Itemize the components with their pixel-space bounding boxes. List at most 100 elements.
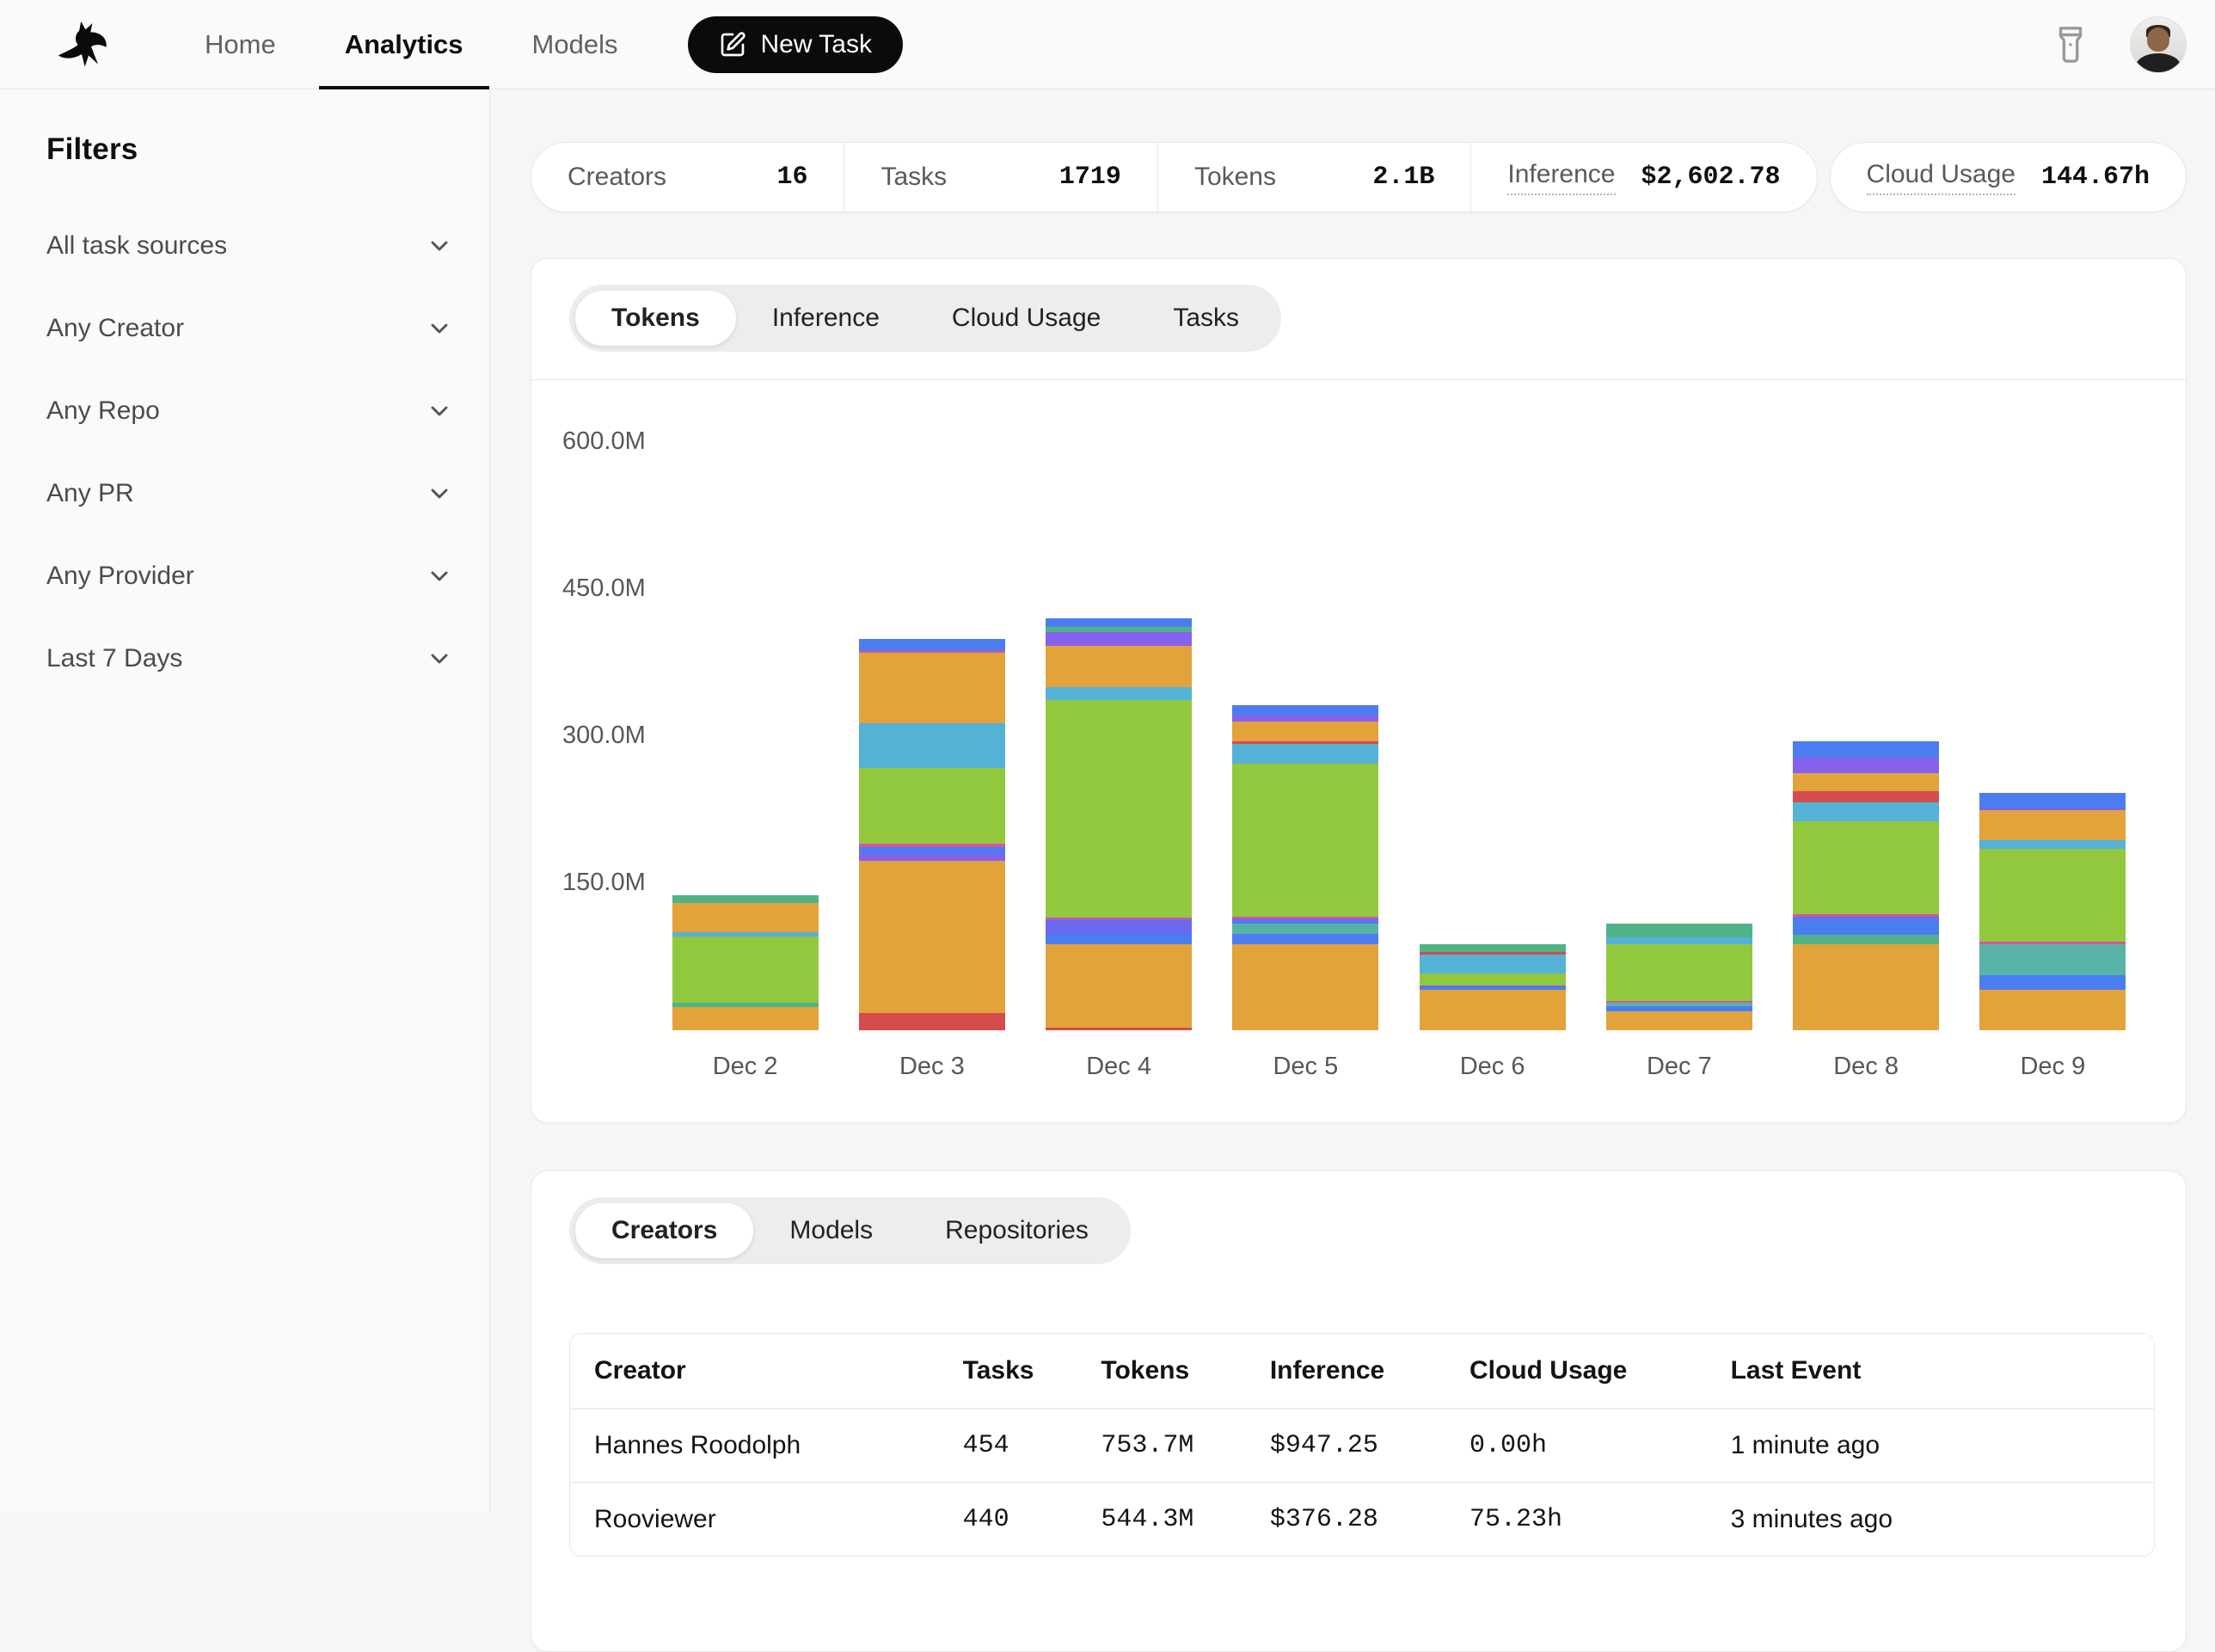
kangaroo-logo-icon[interactable] <box>53 16 129 73</box>
filter-any-provider[interactable]: Any Provider <box>46 535 453 617</box>
chevron-down-icon <box>426 232 453 260</box>
filter-all-task-sources[interactable]: All task sources <box>46 205 453 287</box>
table-row[interactable]: Rooviewer440544.3M$376.2875.23h3 minutes… <box>570 1482 2154 1556</box>
new-task-label: New Task <box>760 30 872 59</box>
bar-dec-2[interactable] <box>672 895 819 1030</box>
segment-orange <box>672 903 819 932</box>
segment-indigo <box>1046 919 1192 934</box>
filter-any-creator[interactable]: Any Creator <box>46 287 453 370</box>
new-task-button[interactable]: New Task <box>688 16 903 73</box>
stats-group-main: Creators16Tasks1719Tokens2.1BInference$2… <box>531 142 1818 212</box>
segment-orange <box>1232 944 1378 1030</box>
filter-any-pr[interactable]: Any PR <box>46 452 453 535</box>
segment-seafoam <box>1793 935 1939 943</box>
segment-green <box>1420 973 1566 986</box>
nav-link-analytics[interactable]: Analytics <box>336 0 472 89</box>
filter-label: Any Provider <box>46 562 194 591</box>
chart-tab-tokens[interactable]: Tokens <box>575 291 736 346</box>
segment-orange <box>1979 990 2126 1030</box>
bar-dec-6[interactable] <box>1420 944 1566 1030</box>
segment-sky <box>1420 955 1566 973</box>
cell-tokens: 544.3M <box>1101 1505 1269 1534</box>
segment-green <box>672 937 819 1004</box>
y-tick-600.0M: 600.0M <box>562 427 646 456</box>
chart-tab-tasks[interactable]: Tasks <box>1137 291 1275 346</box>
segment-orange <box>1046 646 1192 687</box>
table-header-row: CreatorTasksTokensInferenceCloud UsageLa… <box>570 1334 2154 1408</box>
stat-cloud-usage[interactable]: Cloud Usage144.67h <box>1831 143 2186 212</box>
cell-cloud_usage: 75.23h <box>1470 1505 1731 1534</box>
bar-dec-4[interactable] <box>1046 618 1192 1030</box>
cell-tokens: 753.7M <box>1101 1431 1269 1460</box>
segment-blue <box>1232 934 1378 943</box>
nav-link-models[interactable]: Models <box>524 0 627 89</box>
segment-orange <box>859 653 1005 723</box>
filter-list: All task sourcesAny CreatorAny RepoAny P… <box>46 205 453 700</box>
bar-dec-3[interactable] <box>859 639 1005 1030</box>
cell-last_event: 3 minutes ago <box>1731 1505 2130 1534</box>
chart-card: TokensInferenceCloud UsageTasks 150.0M30… <box>531 258 2187 1123</box>
nav-link-home[interactable]: Home <box>196 0 285 89</box>
bar-dec-7[interactable] <box>1606 924 1752 1030</box>
segment-purple <box>859 854 1005 861</box>
bar-dec-5[interactable] <box>1232 705 1378 1030</box>
breakdown-tab-creators[interactable]: Creators <box>575 1203 753 1258</box>
chevron-down-icon <box>426 562 453 590</box>
stat-inference[interactable]: Inference$2,602.78 <box>1470 143 1816 212</box>
x-label: Dec 3 <box>838 1053 1025 1081</box>
segment-sky <box>1232 744 1378 764</box>
chart-tab-inference[interactable]: Inference <box>736 291 916 346</box>
sidebar: Filters All task sourcesAny CreatorAny R… <box>0 89 490 1512</box>
filter-label: Any Creator <box>46 314 184 343</box>
segment-blue <box>1232 705 1378 716</box>
segment-blue <box>1793 741 1939 758</box>
stat-label: Creators <box>568 163 666 192</box>
segment-blue <box>859 639 1005 651</box>
chart-tab-cloud-usage[interactable]: Cloud Usage <box>916 291 1137 346</box>
bar-dec-9[interactable] <box>1979 793 2126 1030</box>
segment-blue <box>859 847 1005 854</box>
col-header-tasks: Tasks <box>963 1356 1101 1385</box>
main-nav: Home Analytics Models <box>170 0 652 89</box>
cell-inference: $947.25 <box>1270 1431 1470 1460</box>
filter-last-7-days[interactable]: Last 7 Days <box>46 617 453 700</box>
col-header-label: Tasks <box>963 1356 1034 1385</box>
breakdown-card: CreatorsModelsRepositories CreatorTasksT… <box>531 1170 2187 1652</box>
col-header-label: Cloud Usage <box>1470 1356 1627 1385</box>
filter-any-repo[interactable]: Any Repo <box>46 370 453 452</box>
cell-last_event: 1 minute ago <box>1731 1431 2130 1460</box>
segment-purple <box>1232 715 1378 722</box>
segment-red <box>1793 791 1939 803</box>
col-header-inference[interactable]: Inference <box>1270 1356 1470 1385</box>
segment-orange <box>1232 722 1378 741</box>
breakdown-tab-models[interactable]: Models <box>753 1203 909 1258</box>
main-content: Creators16Tasks1719Tokens2.1BInference$2… <box>490 89 2215 1652</box>
segment-blue <box>1606 1006 1752 1012</box>
breakdown-tabs-wrap: CreatorsModelsRepositories <box>531 1171 2186 1292</box>
segment-orange <box>1606 1011 1752 1030</box>
avatar-shirt <box>2136 53 2181 73</box>
segment-teal <box>1979 944 2126 976</box>
cell-creator: Rooviewer <box>594 1505 963 1534</box>
segment-green <box>1793 821 1939 914</box>
col-header-cloud-usage[interactable]: Cloud Usage <box>1470 1356 1731 1385</box>
y-tick-150.0M: 150.0M <box>562 869 646 897</box>
stat-label: Inference <box>1507 160 1615 195</box>
bar-column-dec-6: Dec 6 <box>1399 380 1586 1122</box>
segment-orange <box>1793 944 1939 1030</box>
breakdown-tab-repositories[interactable]: Repositories <box>909 1203 1125 1258</box>
col-header-label: Creator <box>594 1356 686 1385</box>
new-task-pen-icon <box>719 31 746 58</box>
user-avatar[interactable] <box>2130 16 2187 73</box>
bar-column-dec-5: Dec 5 <box>1212 380 1399 1122</box>
chevron-down-icon <box>426 480 453 507</box>
stats-group-cloud: Cloud Usage144.67h <box>1830 142 2187 212</box>
flashlight-icon[interactable] <box>2051 25 2090 64</box>
segment-green <box>1232 764 1378 917</box>
bar-dec-8[interactable] <box>1793 741 1939 1030</box>
cell-cloud_usage: 0.00h <box>1470 1431 1731 1460</box>
table-row[interactable]: Hannes Roodolph454753.7M$947.250.00h1 mi… <box>570 1408 2154 1482</box>
x-label: Dec 9 <box>1960 1053 2146 1081</box>
segment-purple <box>1046 632 1192 646</box>
segment-sky <box>1979 840 2126 849</box>
